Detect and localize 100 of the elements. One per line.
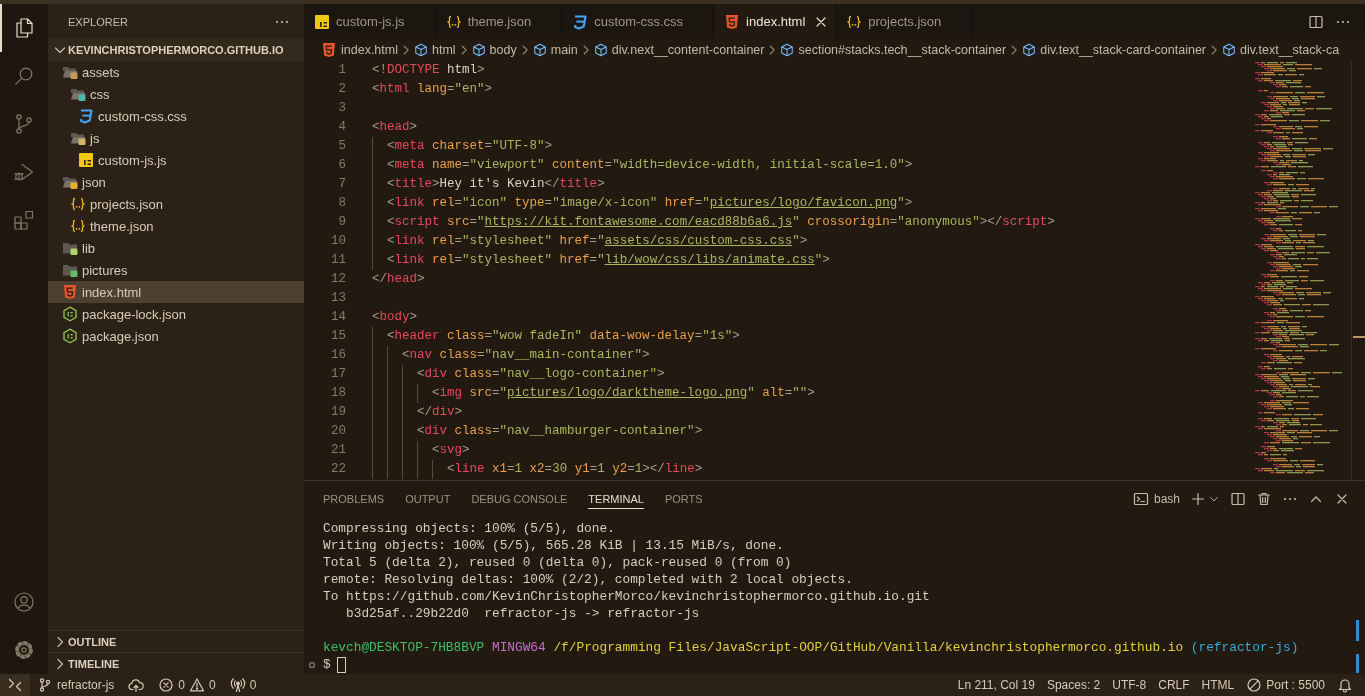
ports-button[interactable]: 0 [222, 674, 264, 696]
scrollbar-track[interactable] [1351, 61, 1365, 480]
js-file-icon [78, 152, 94, 168]
folder-item[interactable]: js [48, 127, 304, 149]
code-line: <meta charset="UTF-8"> [372, 137, 553, 156]
editor-tab[interactable]: index.html [714, 4, 837, 39]
terminal-input-line: $ [323, 656, 331, 673]
terminal-icon [1132, 490, 1149, 507]
code-line: <body> [372, 309, 418, 326]
node-package-icon [62, 306, 78, 322]
folder-item[interactable]: assets [48, 61, 304, 83]
file-item[interactable]: index.html [48, 281, 304, 303]
cloud-upload-icon [128, 677, 145, 693]
scrollbar-marker [1356, 654, 1359, 673]
breadcrumb-item[interactable]: main [532, 43, 578, 57]
line-number: 5 [337, 138, 346, 155]
line-number: 17 [330, 366, 346, 383]
code-line: <header class="wow fadeIn" data-wow-delay="1s"> [372, 327, 740, 346]
cube-icon [414, 43, 428, 57]
line-number: 21 [330, 442, 346, 459]
blocks-icon [12, 208, 36, 232]
file-item[interactable]: package.json [48, 325, 304, 347]
json-file-icon [445, 13, 462, 30]
branch-button[interactable]: refractor-js [30, 674, 122, 696]
cube-icon [532, 43, 547, 57]
plus-icon[interactable] [1190, 490, 1206, 507]
split-terminal-icon[interactable] [1230, 490, 1246, 507]
breadcrumb-item[interactable]: section#stacks.tech__stack-container [780, 43, 1007, 57]
person-icon [12, 590, 36, 614]
folder-item[interactable]: css [48, 83, 304, 105]
circle-slash-icon [1246, 677, 1263, 693]
line-number: 14 [330, 309, 346, 326]
line-number: 4 [337, 119, 346, 136]
terminal-prompt-line: kevch@DESKTOP-7HB8BVP MINGW64 /f/Programming Files/JavaScript-OOP/GitHub/Vanilla/kevinchristophermorco.github.io (refractor-js) [323, 639, 1299, 656]
file-item[interactable]: custom-css.css [48, 105, 304, 127]
workspace-folder-header[interactable]: KEVINCHRISTOPHERMORCO.GITHUB.IO [48, 39, 304, 61]
terminal-line: remote: Resolving deltas: 100% (2/2), completed with 2 local objects. [323, 571, 853, 588]
split-editor-icon[interactable] [1308, 13, 1324, 30]
folder-item[interactable]: pictures [48, 259, 304, 281]
code-line: <meta name="viewport" content="width=device-width, initial-scale=1.0"> [372, 156, 913, 175]
problems-button[interactable]: 0 0 [151, 674, 223, 696]
panel-tab[interactable]: PROBLEMS [323, 488, 385, 509]
code-line: </head> [372, 271, 425, 288]
remote-icon [7, 677, 23, 693]
line-number: 2 [337, 81, 346, 98]
js-file-icon [314, 13, 330, 30]
status-item[interactable]: Spaces: 2 [1040, 674, 1107, 696]
editor-tab[interactable]: theme.json [435, 4, 563, 39]
file-item[interactable]: theme.json [48, 215, 304, 237]
breadcrumb-item[interactable]: div.text__stack-ca [1222, 43, 1340, 57]
line-number: 22 [330, 461, 346, 478]
breadcrumb-item[interactable]: div.next__content-container [593, 43, 765, 57]
line-number: 12 [330, 271, 346, 288]
line-number: 1 [337, 62, 346, 79]
terminal-profile-button[interactable]: bash [1132, 490, 1180, 507]
editor-tab[interactable]: projects.json [836, 4, 973, 39]
code-line: <link rel="icon" type="image/x-icon" href="pictures/logo/favicon.png"> [372, 194, 913, 213]
json-file-icon [846, 13, 863, 30]
code-line: <line x1=1 x2=30 y1=1 y2=1></line> [372, 460, 703, 479]
line-number: 6 [337, 157, 346, 174]
code-line: <script src="https://kit.fontawesome.com/eacd88b6a6.js" crossorigin="anonymous"></script> [372, 213, 1055, 232]
line-number: 11 [330, 252, 346, 269]
status-item[interactable]: CRLF [1152, 674, 1196, 696]
terminal-cursor [336, 656, 346, 673]
panel-tab[interactable]: TERMINAL [588, 488, 644, 509]
file-item[interactable]: projects.json [48, 193, 304, 215]
remote-button[interactable] [0, 674, 30, 696]
file-item[interactable]: package-lock.json [48, 303, 304, 325]
status-item[interactable]: HTML [1195, 674, 1241, 696]
command-marker-icon [307, 659, 317, 670]
folder-item[interactable]: json [48, 171, 304, 193]
terminal-line: b3d25af..29b22d0 refractor-js -> refractor-js [345, 605, 700, 622]
cube-icon [780, 43, 795, 57]
status-item[interactable]: Ln 211, Col 19 [951, 674, 1041, 696]
editor-tab[interactable]: custom-js.js [304, 4, 436, 39]
code-line: <link rel="stylesheet" href="assets/css/custom-css.css"> [372, 232, 808, 251]
branch-icon [37, 677, 53, 693]
panel-tab[interactable]: PORTS [664, 488, 703, 509]
panel-tab[interactable]: OUTPUT [405, 488, 451, 509]
folder-item[interactable]: lib [48, 237, 304, 259]
breadcrumb-item[interactable]: div.text__stack-card-container [1022, 43, 1207, 57]
code-line: <!DOCTYPE html> [372, 62, 485, 79]
html-file-icon [62, 284, 78, 300]
breadcrumb-item[interactable]: body [471, 43, 517, 57]
panel-tab[interactable]: DEBUG CONSOLE [471, 488, 568, 509]
cursor-position-marker [1352, 336, 1365, 338]
css-file-icon [572, 13, 589, 30]
code-line: <nav class="nav__main-container"> [372, 346, 650, 365]
trash-icon[interactable] [1256, 490, 1272, 507]
breadcrumb-item[interactable]: html [414, 43, 456, 57]
code-line: <svg> [372, 441, 470, 460]
terminal-line: Compressing objects: 100% (5/5), done. [323, 520, 615, 537]
terminal-line: Writing objects: 100% (5/5), 565.28 KiB | 13.15 MiB/s, done. [323, 537, 784, 554]
breadcrumb-item[interactable]: index.html [321, 42, 398, 58]
code-line: <link rel="stylesheet" href="lib/wow/css/libs/animate.css"> [372, 251, 830, 270]
file-item[interactable]: custom-js.js [48, 149, 304, 171]
live-server-button[interactable]: Port : 5500 [1240, 674, 1331, 696]
section-header[interactable]: OUTLINE [48, 630, 304, 652]
status-item[interactable]: UTF-8 [1106, 674, 1153, 696]
gear-icon [12, 638, 36, 662]
